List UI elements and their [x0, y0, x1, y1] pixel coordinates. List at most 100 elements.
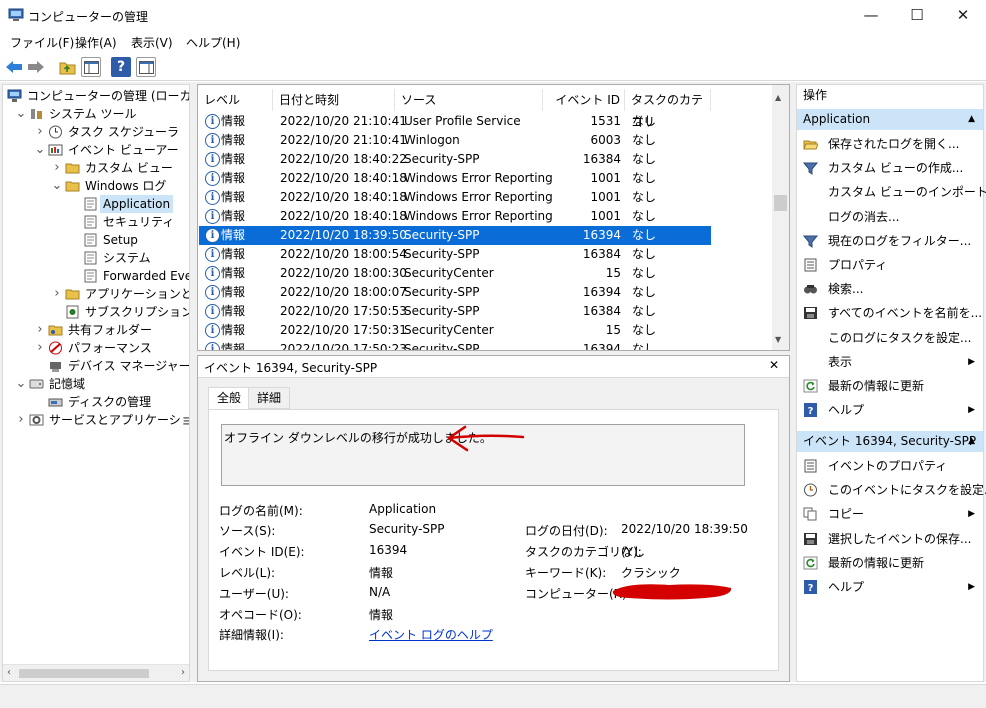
action-item[interactable]: 表示 ▶ — [797, 350, 983, 374]
action-item[interactable]: イベントのプロパティ — [797, 454, 983, 478]
collapse-icon[interactable]: ▲ — [968, 431, 975, 452]
tree-item-7[interactable]: セキュリティ — [69, 213, 189, 231]
event-row[interactable]: i 情報 2022/10/20 18:00:54 Security-SPP 16384 な… — [199, 245, 711, 264]
event-row[interactable]: i 情報 2022/10/20 18:40:22 Security-SPP 16384 な… — [199, 150, 711, 169]
action-item[interactable]: 最新の情報に更新 — [797, 551, 983, 575]
action-item[interactable]: このログにタスクを設定... — [797, 326, 983, 350]
chevron-down-icon[interactable]: ⌄ — [34, 141, 46, 159]
col-event-id[interactable]: イベント ID — [543, 89, 625, 111]
scroll-thumb[interactable] — [19, 669, 149, 678]
tree-item-11[interactable]: › アプリケーションとサービス — [51, 285, 189, 303]
tree-item-8[interactable]: Setup — [69, 231, 189, 249]
event-row[interactable]: i 情報 2022/10/20 18:40:18 Windows Error Repo… — [199, 169, 711, 188]
chevron-down-icon[interactable]: ⌄ — [15, 105, 27, 123]
col-source[interactable]: ソース — [395, 89, 543, 111]
tree-item-1[interactable]: ⌄ システム ツール — [15, 105, 189, 123]
event-row[interactable]: i 情報 2022/10/20 17:50:31 SecurityCenter 15 なし — [199, 321, 711, 340]
chevron-right-icon[interactable]: › — [34, 339, 46, 357]
event-row[interactable]: i 情報 2022/10/20 17:50:53 Security-SPP 16384 な… — [199, 302, 711, 321]
action-item[interactable]: ? ヘルプ ▶ — [797, 575, 983, 599]
close-button[interactable]: ✕ — [940, 0, 986, 31]
events-scrollbar[interactable]: ▲ ▼ — [772, 85, 789, 350]
maximize-button[interactable]: ☐ — [894, 0, 940, 31]
up-folder-button[interactable] — [57, 57, 77, 77]
action-item[interactable]: 検索... — [797, 277, 983, 301]
minimize-button[interactable]: — — [848, 0, 894, 31]
event-datetime: 2022/10/20 17:50:31 — [280, 323, 407, 337]
tree-item-18[interactable]: › サービスとアプリケーション — [15, 411, 189, 429]
action-item[interactable]: コピー ▶ — [797, 502, 983, 526]
action-item[interactable]: プロパティ — [797, 253, 983, 277]
chevron-right-icon[interactable]: › — [15, 411, 27, 429]
event-level: 情報 — [221, 152, 246, 166]
col-datetime[interactable]: 日付と時刻 — [273, 89, 395, 111]
menu-action[interactable]: 操作(A) — [75, 34, 117, 51]
chevron-right-icon[interactable]: › — [34, 321, 46, 339]
tree-scrollbar[interactable]: ‹ › — [3, 664, 189, 681]
filter-icon — [803, 235, 818, 248]
menu-file[interactable]: ファイル(F) — [10, 34, 74, 51]
scroll-down-icon[interactable]: ▼ — [775, 335, 781, 344]
scroll-thumb[interactable] — [774, 195, 787, 211]
event-row[interactable]: i 情報 2022/10/20 21:10:41 Winlogon 6003 なし — [199, 131, 711, 150]
show-hide-tree-button[interactable] — [81, 57, 101, 77]
tab-details[interactable]: 詳細 — [248, 387, 291, 409]
tree-item-4[interactable]: › カスタム ビュー — [51, 159, 189, 177]
tree-item-10[interactable]: Forwarded Events — [69, 267, 189, 285]
tree-item-17[interactable]: ディスクの管理 — [34, 393, 189, 411]
scroll-right-icon[interactable]: › — [181, 667, 185, 678]
action-item[interactable]: 保存されたログを開く... — [797, 132, 983, 156]
action-item[interactable]: ログの消去... — [797, 205, 983, 229]
tree-item-5[interactable]: ⌄ Windows ログ — [51, 177, 189, 195]
action-item[interactable]: カスタム ビューのインポート... — [797, 180, 986, 204]
tab-general[interactable]: 全般 — [208, 387, 251, 410]
actions-section-event[interactable]: イベント 16394, Security-SPP ▲ — [797, 431, 983, 452]
event-row[interactable]: i 情報 2022/10/20 17:50:23 Security-SPP 16394 な… — [199, 340, 711, 350]
tree-item-13[interactable]: › 共有フォルダー — [34, 321, 189, 339]
detail-close-icon[interactable]: ✕ — [769, 358, 779, 372]
menu-view[interactable]: 表示(V) — [131, 34, 173, 51]
event-row[interactable]: i 情報 2022/10/20 18:00:07 Security-SPP 16394 な… — [199, 283, 711, 302]
action-item[interactable]: すべてのイベントを名前を... — [797, 301, 983, 325]
tree-item-9[interactable]: システム — [69, 249, 189, 267]
show-hide-action-pane-button[interactable] — [136, 57, 156, 77]
chevron-right-icon[interactable]: › — [34, 123, 46, 141]
information-icon: i — [205, 133, 220, 148]
tree-item-2[interactable]: › タスク スケジューラ — [34, 123, 189, 141]
collapse-icon[interactable]: ▲ — [968, 109, 975, 130]
forward-button[interactable] — [26, 57, 46, 77]
col-task-category[interactable]: タスクのカテゴリ — [625, 89, 711, 129]
chevron-down-icon[interactable]: ⌄ — [51, 177, 63, 195]
action-item[interactable]: ? ヘルプ ▶ — [797, 398, 983, 422]
event-source: Security-SPP — [404, 247, 480, 261]
event-row[interactable]: i 情報 2022/10/20 18:39:50 Security-SPP 16394 な… — [199, 226, 711, 245]
actions-section-application[interactable]: Application ▲ — [797, 109, 983, 130]
event-row[interactable]: i 情報 2022/10/20 18:00:30 SecurityCenter 15 なし — [199, 264, 711, 283]
tree-item-12[interactable]: サブスクリプション — [51, 303, 189, 321]
col-level[interactable]: レベル — [198, 89, 273, 111]
tree-item-6[interactable]: Application — [69, 195, 189, 213]
tree-item-15[interactable]: デバイス マネージャー — [34, 357, 189, 375]
menu-help[interactable]: ヘルプ(H) — [186, 34, 240, 51]
action-item[interactable]: カスタム ビューの作成... — [797, 156, 983, 180]
tree-item-16[interactable]: ⌄ 記憶域 — [15, 375, 189, 393]
tree-item-3[interactable]: ⌄ イベント ビューアー — [34, 141, 189, 159]
event-log-help-link[interactable]: イベント ログのヘルプ — [369, 626, 493, 643]
chevron-right-icon[interactable]: › — [51, 285, 63, 303]
scroll-up-icon[interactable]: ▲ — [775, 93, 781, 102]
chevron-down-icon[interactable]: ⌄ — [15, 375, 27, 393]
event-row[interactable]: i 情報 2022/10/20 18:40:18 Windows Error Repo… — [199, 207, 711, 226]
action-item[interactable]: このイベントにタスクを設定... — [797, 478, 986, 502]
action-item[interactable]: 現在のログをフィルター... — [797, 229, 983, 253]
help-toolbar-button[interactable]: ? — [111, 57, 131, 77]
event-row[interactable]: i 情報 2022/10/20 18:40:18 Windows Error Repo… — [199, 188, 711, 207]
event-row[interactable]: i 情報 2022/10/20 21:10:41 User Profile Servi… — [199, 112, 711, 131]
tree-item-14[interactable]: › パフォーマンス — [34, 339, 189, 357]
disk-icon — [48, 398, 63, 407]
action-item[interactable]: 最新の情報に更新 — [797, 374, 983, 398]
scroll-left-icon[interactable]: ‹ — [7, 667, 11, 678]
back-button[interactable] — [4, 57, 24, 77]
action-item[interactable]: 選択したイベントの保存... — [797, 527, 983, 551]
chevron-right-icon[interactable]: › — [51, 159, 63, 177]
tree-item-0[interactable]: コンピューターの管理 (ローカル) — [7, 87, 189, 105]
